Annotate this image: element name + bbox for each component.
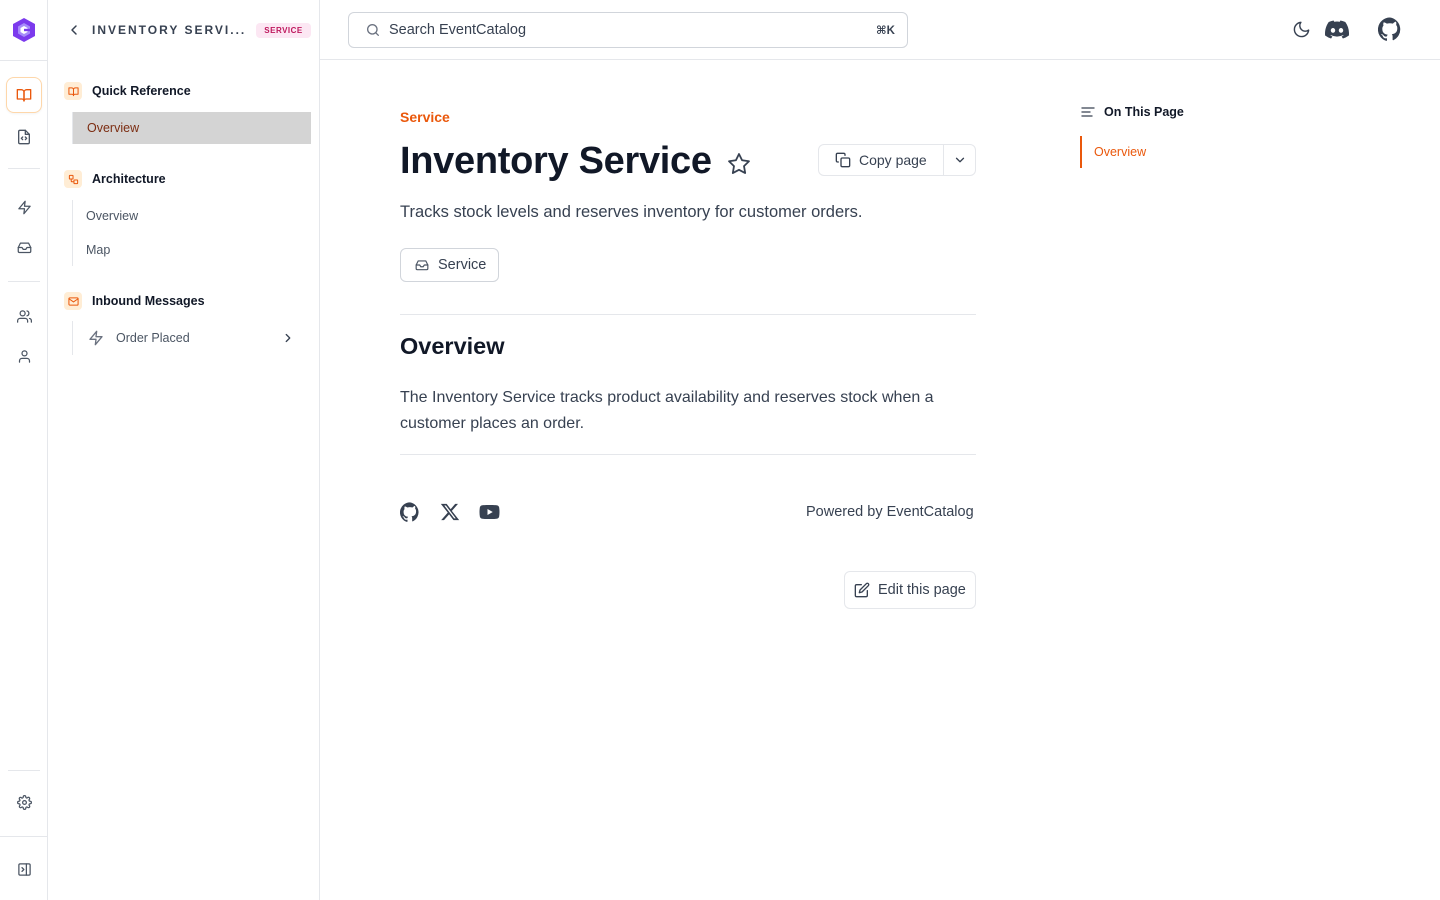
users-icon: [16, 309, 32, 324]
mail-icon: [64, 292, 82, 310]
icon-rail: [0, 0, 48, 900]
overview-paragraph: The Inventory Service tracks product ava…: [400, 389, 934, 432]
architecture-icon: [64, 170, 82, 188]
nav-item-label: Map: [86, 243, 111, 257]
top-bar: Search EventCatalog ⌘K: [320, 0, 1440, 60]
eventcatalog-logo[interactable]: [11, 17, 37, 43]
search-placeholder: Search EventCatalog: [389, 22, 527, 38]
edit-page-label: Edit this page: [878, 582, 966, 598]
sidebar-item-architecture-overview[interactable]: Overview: [72, 200, 311, 232]
sidebar: INVENTORY SERVI... SERVICE Quick Referen…: [48, 0, 320, 900]
nav-item-label: Overview: [86, 209, 139, 223]
chevron-right-icon[interactable]: [281, 331, 295, 345]
divider: [400, 454, 976, 455]
book-open-icon: [64, 82, 82, 100]
section-heading: Overview: [400, 333, 505, 359]
sidebar-item-map[interactable]: Map: [72, 234, 311, 266]
users-button[interactable]: [6, 338, 42, 374]
sidebar-title: INVENTORY SERVI...: [92, 23, 247, 37]
collapse-sidebar-button[interactable]: [6, 851, 42, 887]
star-icon[interactable]: [727, 152, 751, 176]
section-label: Architecture: [92, 172, 166, 186]
service-badge: SERVICE: [256, 22, 311, 38]
discord-icon: [1325, 20, 1349, 39]
code-file-button[interactable]: [6, 119, 42, 155]
github-link[interactable]: [1377, 16, 1403, 42]
toc-heading-label: On This Page: [1104, 105, 1184, 119]
divider: [400, 314, 976, 315]
copy-page-label: Copy page: [859, 152, 927, 168]
chevron-left-icon[interactable]: [66, 22, 82, 38]
chevron-down-icon: [953, 153, 967, 167]
events-button[interactable]: [6, 189, 42, 225]
teams-button[interactable]: [6, 298, 42, 334]
inbox-icon: [415, 258, 429, 272]
theme-toggle-button[interactable]: [1288, 16, 1314, 42]
nav-item-label: Overview: [87, 121, 140, 135]
service-badge-label: Service: [438, 257, 487, 273]
section-quick-reference: Quick Reference: [64, 82, 191, 100]
service-type-badge[interactable]: Service: [400, 248, 500, 282]
toc-item-label: Overview: [1094, 145, 1147, 159]
section-label: Inbound Messages: [92, 294, 205, 308]
copy-icon: [835, 152, 851, 168]
bolt-icon: [17, 200, 32, 215]
book-open-icon: [16, 87, 32, 103]
services-button[interactable]: [6, 229, 42, 265]
search-shortcut: ⌘K: [876, 25, 895, 37]
section-label: Quick Reference: [92, 84, 191, 98]
settings-icon: [16, 794, 32, 810]
sidebar-item-order-placed[interactable]: Order Placed: [72, 322, 311, 354]
sidebar-toggle-icon: [17, 862, 32, 877]
search-input[interactable]: Search EventCatalog ⌘K: [348, 12, 908, 48]
page-title: Inventory Service: [400, 140, 712, 182]
sidebar-item-quick-reference-overview[interactable]: Overview: [72, 112, 311, 144]
menu-lines-icon: [1080, 104, 1096, 120]
inbox-icon: [17, 240, 32, 255]
search-icon: [365, 22, 381, 38]
bolt-icon: [88, 330, 104, 346]
discord-link[interactable]: [1324, 16, 1350, 42]
x-icon[interactable]: [440, 502, 460, 522]
section-inbound-messages: Inbound Messages: [64, 292, 205, 310]
github-icon[interactable]: [400, 502, 420, 522]
code-file-icon: [16, 129, 32, 145]
user-icon: [17, 349, 32, 364]
youtube-icon[interactable]: [479, 502, 500, 522]
page-description: Tracks stock levels and reserves invento…: [400, 203, 863, 221]
settings-button[interactable]: [6, 784, 42, 820]
toc-heading: On This Page: [1080, 104, 1184, 120]
copy-page-button[interactable]: Copy page: [819, 145, 944, 175]
sidebar-header: INVENTORY SERVI... SERVICE: [48, 0, 319, 60]
github-icon: [1378, 17, 1402, 41]
nav-item-label: Order Placed: [116, 331, 190, 345]
edit-page-button[interactable]: Edit this page: [844, 571, 976, 609]
edit-icon: [854, 582, 870, 598]
section-architecture: Architecture: [64, 170, 166, 188]
docs-button[interactable]: [6, 77, 42, 113]
moon-icon: [1292, 20, 1311, 39]
toc-item-overview[interactable]: Overview: [1080, 136, 1146, 168]
copy-options-dropdown[interactable]: [944, 145, 975, 175]
page-eyebrow: Service: [400, 109, 450, 125]
powered-by-text: Powered by EventCatalog: [806, 504, 974, 520]
copy-page-group: Copy page: [818, 144, 976, 176]
